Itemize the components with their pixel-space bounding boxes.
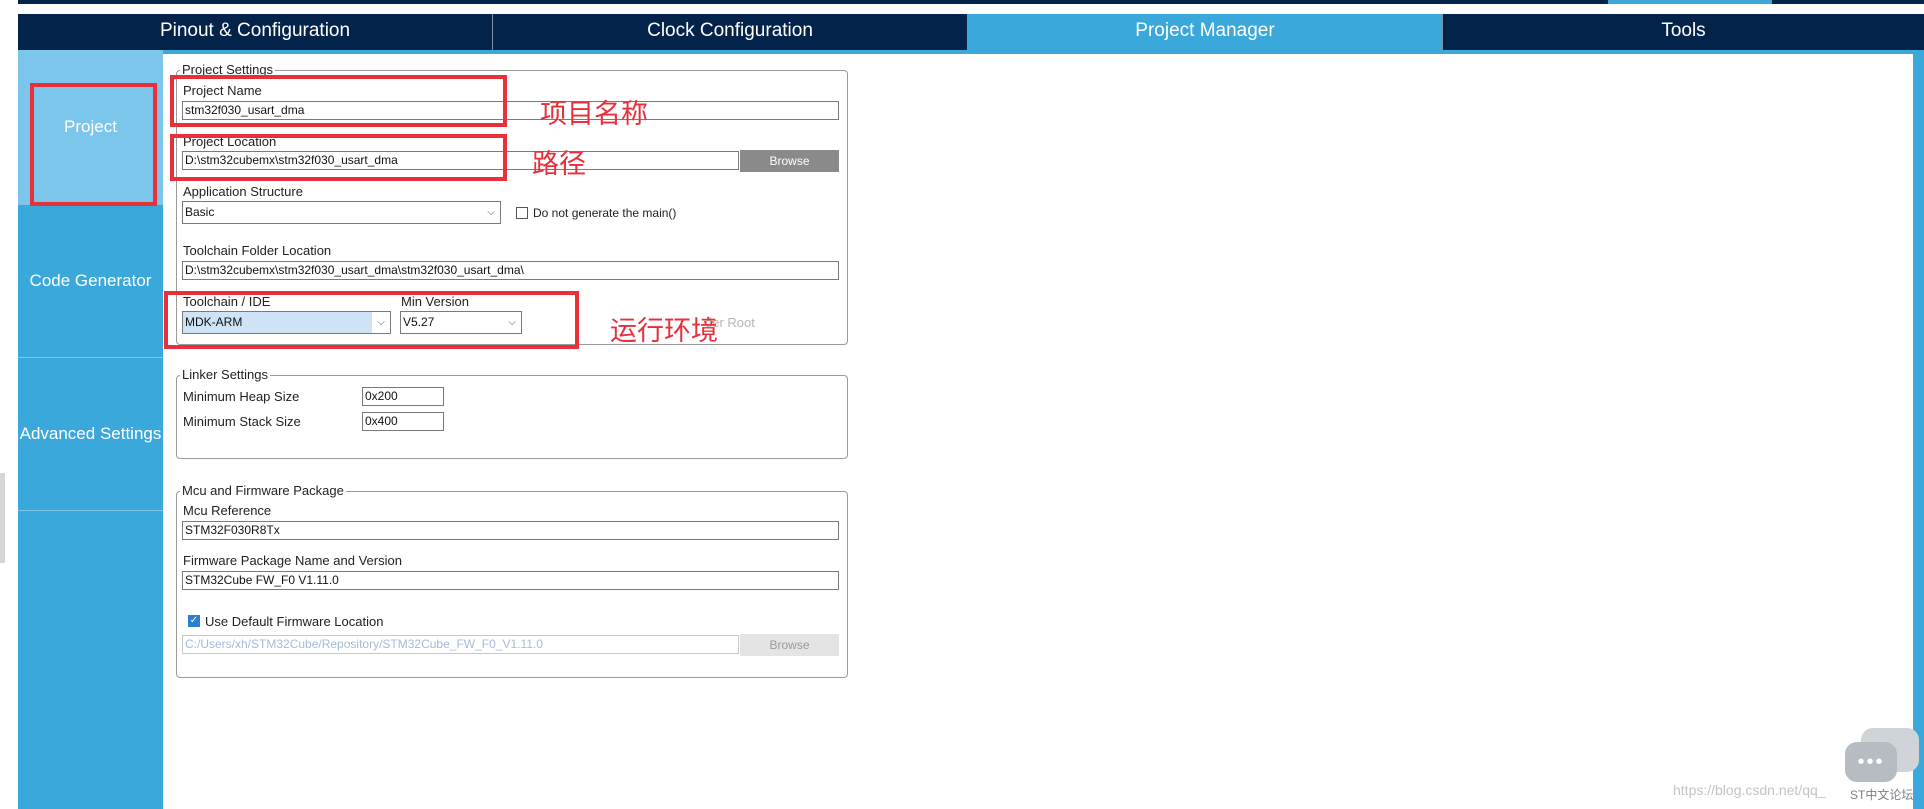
annotation-box-project-nav — [30, 83, 157, 206]
do-not-generate-main-label: Do not generate the main() — [533, 206, 677, 220]
tab-project-manager[interactable]: Project Manager — [968, 14, 1443, 50]
annotation-path: 路径 — [532, 149, 586, 180]
sidenav-item-label: Advanced Settings — [19, 424, 162, 443]
csdn-watermark: https://blog.csdn.net/qq_ — [1673, 782, 1826, 798]
sidenav-item-advanced-settings[interactable]: Advanced Settings — [18, 358, 163, 511]
do-not-generate-main-checkbox[interactable] — [516, 207, 528, 219]
forum-chat-icon[interactable]: ••• — [1845, 742, 1897, 782]
firmware-package-label: Firmware Package Name and Version — [183, 553, 402, 568]
min-stack-size-input[interactable]: 0x400 — [362, 412, 444, 431]
toolchain-folder-input[interactable]: D:\stm32cubemx\stm32f030_usart_dma\stm32… — [182, 261, 839, 280]
tab-clock-configuration[interactable]: Clock Configuration — [493, 14, 968, 50]
annotation-box-toolchain — [164, 291, 579, 349]
toolchain-folder-label: Toolchain Folder Location — [183, 243, 332, 258]
mcu-reference-input[interactable]: STM32F030R8Tx — [182, 521, 839, 540]
st-forum-label: ST中文论坛 — [1850, 788, 1914, 802]
min-heap-size-label: Minimum Heap Size — [183, 389, 300, 404]
tab-pinout-configuration[interactable]: Pinout & Configuration — [18, 14, 493, 50]
tab-tools[interactable]: Tools — [1443, 14, 1924, 50]
top-strip — [0, 0, 1924, 14]
min-heap-size-input[interactable]: 0x200 — [362, 387, 444, 406]
annotation-box-project-name — [170, 75, 507, 127]
sidenav-item-code-generator[interactable]: Code Generator — [18, 205, 163, 358]
mcu-firmware-legend: Mcu and Firmware Package — [180, 483, 346, 498]
application-structure-select[interactable]: Basic ⌵ — [182, 201, 501, 224]
annotation-project-name: 项目名称 — [540, 99, 648, 130]
right-edge-panel — [1913, 50, 1924, 809]
use-default-firmware-label: Use Default Firmware Location — [205, 614, 384, 629]
chevron-down-icon: ⌵ — [482, 202, 500, 223]
annotation-runtime-env: 运行环境 — [610, 316, 718, 347]
left-scroll-edge — [0, 473, 5, 563]
project-location-browse-button[interactable]: Browse — [740, 150, 839, 172]
mcu-reference-label: Mcu Reference — [183, 503, 272, 518]
tab-underline — [18, 50, 1924, 54]
annotation-box-project-location — [170, 134, 507, 181]
firmware-location-browse-button[interactable]: Browse — [740, 634, 839, 656]
application-structure-label: Application Structure — [183, 184, 303, 199]
sidenav-item-label: Code Generator — [29, 271, 152, 290]
min-stack-size-label: Minimum Stack Size — [183, 414, 301, 429]
top-strip-accent — [1608, 0, 1772, 4]
use-default-firmware-checkbox[interactable]: ✓ — [188, 615, 200, 627]
firmware-package-input[interactable]: STM32Cube FW_F0 V1.11.0 — [182, 571, 839, 590]
main-tab-bar: Pinout & Configuration Clock Configurati… — [18, 14, 1924, 50]
application-structure-value: Basic — [185, 205, 215, 219]
linker-settings-legend: Linker Settings — [180, 367, 270, 382]
firmware-location-input[interactable]: C:/Users/xh/STM32Cube/Repository/STM32Cu… — [182, 635, 739, 654]
